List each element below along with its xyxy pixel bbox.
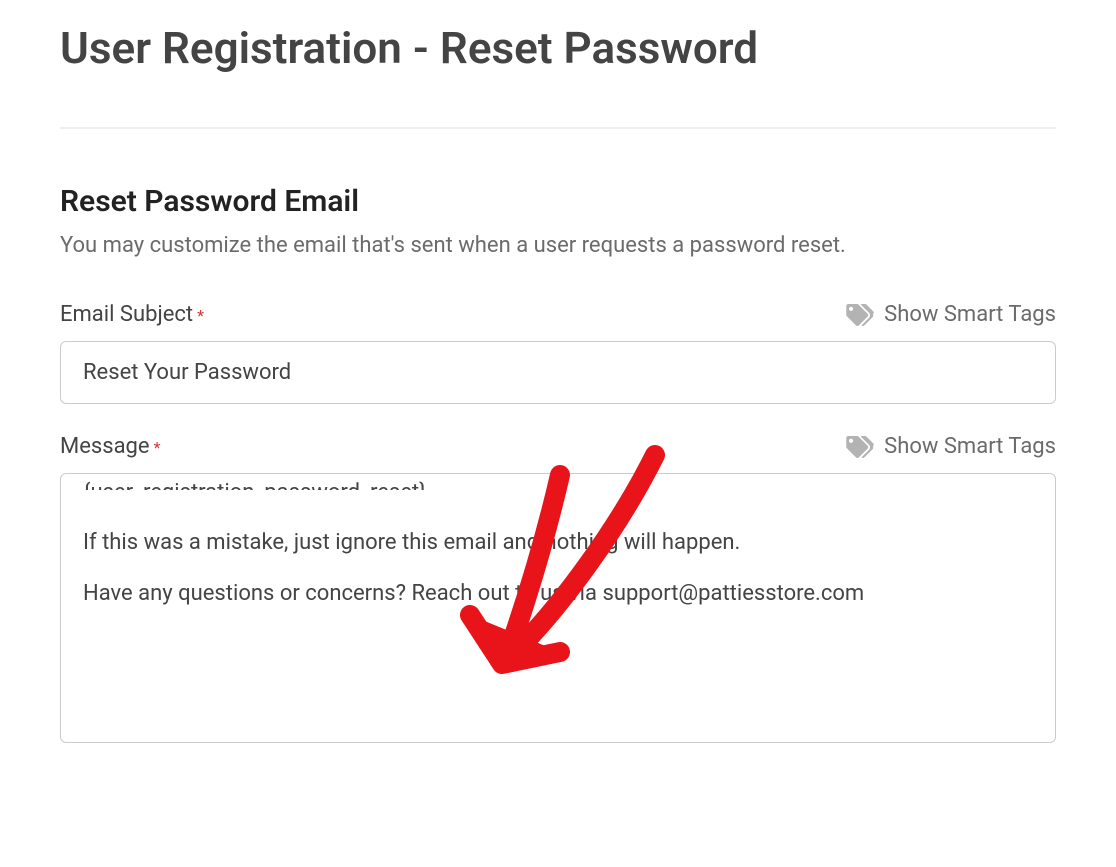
message-prev-line-cutoff: {user_registration_password_reset} — [83, 476, 1033, 490]
message-label: Message — [60, 434, 150, 459]
label-row: Email Subject* Show Smart Tags — [60, 302, 1056, 327]
message-smart-tag: {user_registration_password_reset} — [83, 476, 427, 490]
email-subject-row: Email Subject* Show Smart Tags — [60, 302, 1056, 404]
message-row: Message* Show Smart Tags {user_registrat… — [60, 434, 1056, 743]
email-subject-input[interactable] — [60, 341, 1056, 404]
message-label-group: Message* — [60, 434, 160, 459]
show-smart-tags-button[interactable]: Show Smart Tags — [846, 434, 1056, 459]
required-indicator: * — [154, 438, 161, 457]
divider — [60, 127, 1056, 129]
message-line-1: If this was a mistake, just ignore this … — [83, 526, 1033, 559]
show-smart-tags-button[interactable]: Show Smart Tags — [846, 302, 1056, 327]
message-textarea[interactable]: {user_registration_password_reset} If th… — [60, 473, 1056, 743]
email-subject-label-group: Email Subject* — [60, 302, 204, 327]
email-subject-label: Email Subject — [60, 302, 193, 327]
tags-icon — [846, 436, 874, 458]
show-smart-tags-label: Show Smart Tags — [884, 434, 1056, 459]
page-title: User Registration - Reset Password — [60, 20, 1056, 77]
tags-icon — [846, 304, 874, 326]
show-smart-tags-label: Show Smart Tags — [884, 302, 1056, 327]
section-title: Reset Password Email — [60, 184, 1056, 219]
required-indicator: * — [197, 306, 204, 325]
section-description: You may customize the email that's sent … — [60, 229, 1056, 262]
settings-page: User Registration - Reset Password Reset… — [0, 0, 1116, 813]
label-row: Message* Show Smart Tags — [60, 434, 1056, 459]
message-line-2: Have any questions or concerns? Reach ou… — [83, 577, 1033, 610]
